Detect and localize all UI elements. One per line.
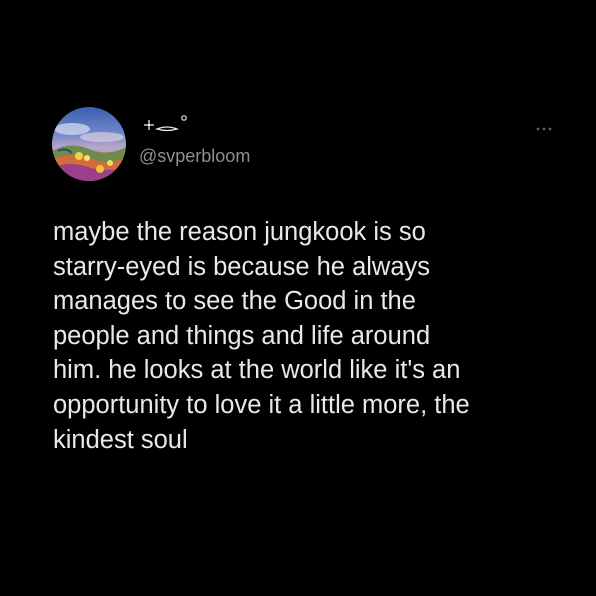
tweet-text-line: kindest soul bbox=[53, 425, 188, 454]
username-handle[interactable]: @svperbloom bbox=[139, 146, 250, 167]
display-name-glyphs bbox=[144, 115, 187, 132]
tweet-text-line: manages to see the Good in the bbox=[53, 287, 416, 316]
tweet-text-line: people and things and life around bbox=[53, 321, 431, 350]
tweet-text: maybe the reason jungkook is so starry-e… bbox=[53, 215, 573, 457]
tweet-text-line: opportunity to love it a little more, th… bbox=[53, 390, 470, 419]
avatar-image bbox=[52, 107, 126, 181]
more-horizontal-icon[interactable] bbox=[534, 124, 554, 134]
tweet-text-line: maybe the reason jungkook is so bbox=[53, 218, 426, 246]
tweet-text-line: him. he looks at the world like it's an bbox=[53, 356, 461, 385]
display-name[interactable]: ⊹˚‿˚ bbox=[140, 112, 210, 138]
avatar[interactable] bbox=[52, 107, 126, 181]
tweet-card: ⊹˚‿˚ @svperbloom maybe the reason jungko… bbox=[0, 0, 596, 596]
tweet-text-line: starry-eyed is because he always bbox=[53, 252, 431, 281]
